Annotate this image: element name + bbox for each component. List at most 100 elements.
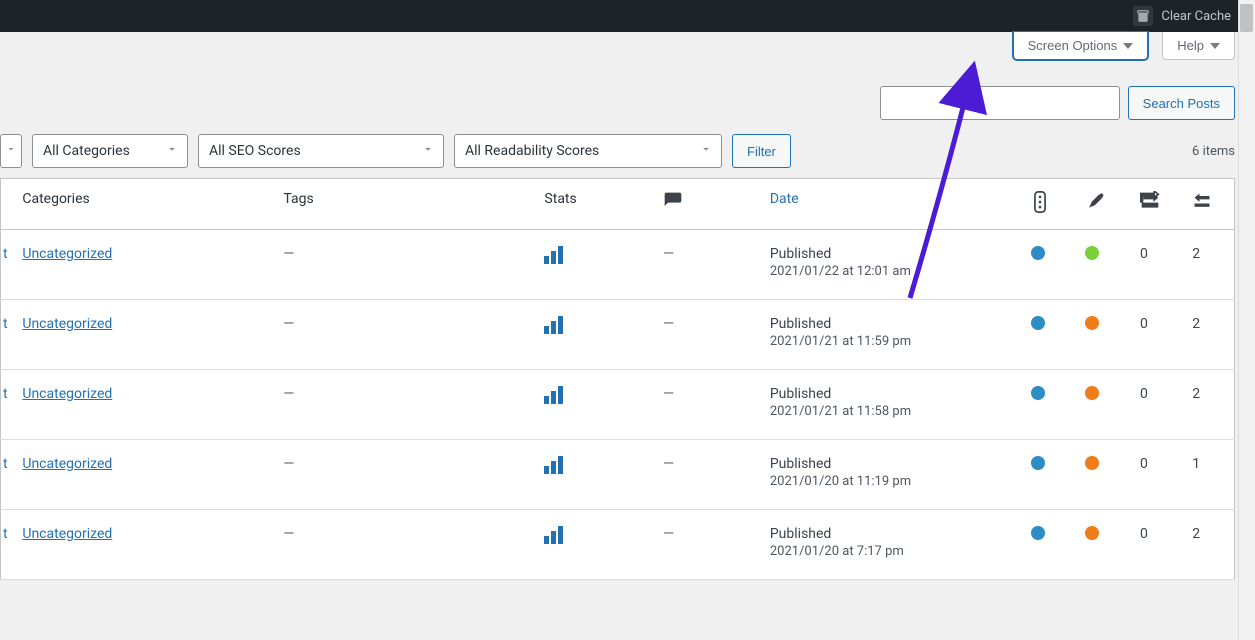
col-readability-header[interactable] <box>1075 179 1130 230</box>
col-seo-header[interactable] <box>1021 179 1076 230</box>
seo-cell <box>1021 510 1076 580</box>
outgoing-links-cell: 0 <box>1130 370 1182 440</box>
chevron-down-icon <box>421 142 435 160</box>
date-cell: Published 2021/01/20 at 11:19 pm <box>760 440 1021 510</box>
table-row: t Uncategorized — — Published 2021/01/22… <box>1 230 1235 300</box>
comments-cell: — <box>653 300 760 370</box>
readability-cell <box>1075 440 1130 510</box>
stats-bars-icon <box>544 386 563 404</box>
stats-cell[interactable] <box>534 370 653 440</box>
col-stats-header[interactable]: Stats <box>534 179 653 230</box>
comments-cell: — <box>653 230 760 300</box>
search-posts-button[interactable]: Search Posts <box>1128 86 1235 120</box>
col-categories-header[interactable]: Categories <box>12 179 273 230</box>
comments-cell: — <box>653 440 760 510</box>
readability-cell <box>1075 370 1130 440</box>
stats-cell[interactable] <box>534 510 653 580</box>
tags-cell: — <box>273 510 534 580</box>
outgoing-links-cell: 0 <box>1130 510 1182 580</box>
date-text: 2021/01/20 at 7:17 pm <box>770 544 1011 559</box>
col-incoming-links-header[interactable] <box>1182 179 1234 230</box>
caret-down-icon <box>1210 43 1220 49</box>
category-link[interactable]: Uncategorized <box>22 246 112 262</box>
tags-cell: — <box>273 370 534 440</box>
seo-dot-icon <box>1031 386 1045 400</box>
search-input[interactable] <box>880 86 1120 120</box>
help-label: Help <box>1177 38 1204 53</box>
screen-options-toggle[interactable]: Screen Options <box>1013 32 1149 60</box>
status-text: Published <box>770 456 1011 472</box>
chevron-down-icon <box>5 143 17 159</box>
items-count: 6 items <box>1192 144 1235 159</box>
row-edge: t <box>1 370 13 440</box>
row-edge: t <box>1 300 13 370</box>
stats-cell[interactable] <box>534 440 653 510</box>
seo-dot-icon <box>1031 526 1045 540</box>
stats-cell[interactable] <box>534 300 653 370</box>
outgoing-links-cell: 0 <box>1130 230 1182 300</box>
date-text: 2021/01/20 at 11:19 pm <box>770 474 1011 489</box>
incoming-links-cell: 2 <box>1182 230 1234 300</box>
category-link[interactable]: Uncategorized <box>22 386 112 402</box>
date-text: 2021/01/22 at 12:01 am <box>770 264 1011 279</box>
cache-icon <box>1133 6 1153 26</box>
readability-filter-select[interactable]: All Readability Scores <box>454 134 722 168</box>
readability-cell <box>1075 510 1130 580</box>
date-text: 2021/01/21 at 11:59 pm <box>770 334 1011 349</box>
filter-select-small[interactable] <box>0 134 22 168</box>
stats-bars-icon <box>544 526 563 544</box>
col-comments-header[interactable] <box>653 179 760 230</box>
seo-dot-icon <box>1031 456 1045 470</box>
category-link[interactable]: Uncategorized <box>22 526 112 542</box>
categories-filter-label: All Categories <box>43 143 130 159</box>
tags-cell: — <box>273 440 534 510</box>
readability-dot-icon <box>1085 456 1099 470</box>
seo-dot-icon <box>1031 246 1045 260</box>
stats-bars-icon <box>544 456 563 474</box>
table-row: t Uncategorized — — Published 2021/01/21… <box>1 370 1235 440</box>
status-text: Published <box>770 316 1011 332</box>
col-date-header[interactable]: Date <box>760 179 1021 230</box>
row-edge: t <box>1 510 13 580</box>
col-tags-header[interactable]: Tags <box>273 179 534 230</box>
chevron-down-icon <box>165 142 179 160</box>
date-cell: Published 2021/01/22 at 12:01 am <box>760 230 1021 300</box>
outgoing-links-cell: 0 <box>1130 440 1182 510</box>
readability-dot-icon <box>1085 316 1099 330</box>
row-edge: t <box>1 440 13 510</box>
vertical-scrollbar[interactable] <box>1238 0 1255 640</box>
table-row: t Uncategorized — — Published 2021/01/20… <box>1 510 1235 580</box>
outgoing-links-cell: 0 <box>1130 300 1182 370</box>
seo-cell <box>1021 300 1076 370</box>
status-text: Published <box>770 386 1011 402</box>
category-link[interactable]: Uncategorized <box>22 316 112 332</box>
chevron-down-icon <box>699 142 713 160</box>
comments-cell: — <box>653 510 760 580</box>
filter-row: All Categories All SEO Scores All Readab… <box>0 130 1255 178</box>
seo-filter-select[interactable]: All SEO Scores <box>198 134 444 168</box>
readability-dot-icon <box>1085 526 1099 540</box>
col-outgoing-links-header[interactable] <box>1130 179 1182 230</box>
seo-filter-label: All SEO Scores <box>209 143 301 159</box>
incoming-links-cell: 1 <box>1182 440 1234 510</box>
categories-filter-select[interactable]: All Categories <box>32 134 188 168</box>
stats-cell[interactable] <box>534 230 653 300</box>
filter-button[interactable]: Filter <box>732 134 791 168</box>
seo-cell <box>1021 440 1076 510</box>
category-link[interactable]: Uncategorized <box>22 456 112 472</box>
clear-cache-label: Clear Cache <box>1161 9 1231 24</box>
status-text: Published <box>770 526 1011 542</box>
tags-cell: — <box>273 300 534 370</box>
caret-down-icon <box>1123 43 1133 49</box>
seo-cell <box>1021 370 1076 440</box>
readability-dot-icon <box>1085 246 1099 260</box>
help-toggle[interactable]: Help <box>1162 32 1235 60</box>
admin-bar: Clear Cache <box>0 0 1255 32</box>
status-text: Published <box>770 246 1011 262</box>
date-cell: Published 2021/01/20 at 7:17 pm <box>760 510 1021 580</box>
posts-table: Categories Tags Stats Date t <box>0 178 1235 580</box>
clear-cache-button[interactable]: Clear Cache <box>1125 0 1239 32</box>
stats-bars-icon <box>544 316 563 334</box>
date-text: 2021/01/21 at 11:58 pm <box>770 404 1011 419</box>
date-cell: Published 2021/01/21 at 11:58 pm <box>760 370 1021 440</box>
